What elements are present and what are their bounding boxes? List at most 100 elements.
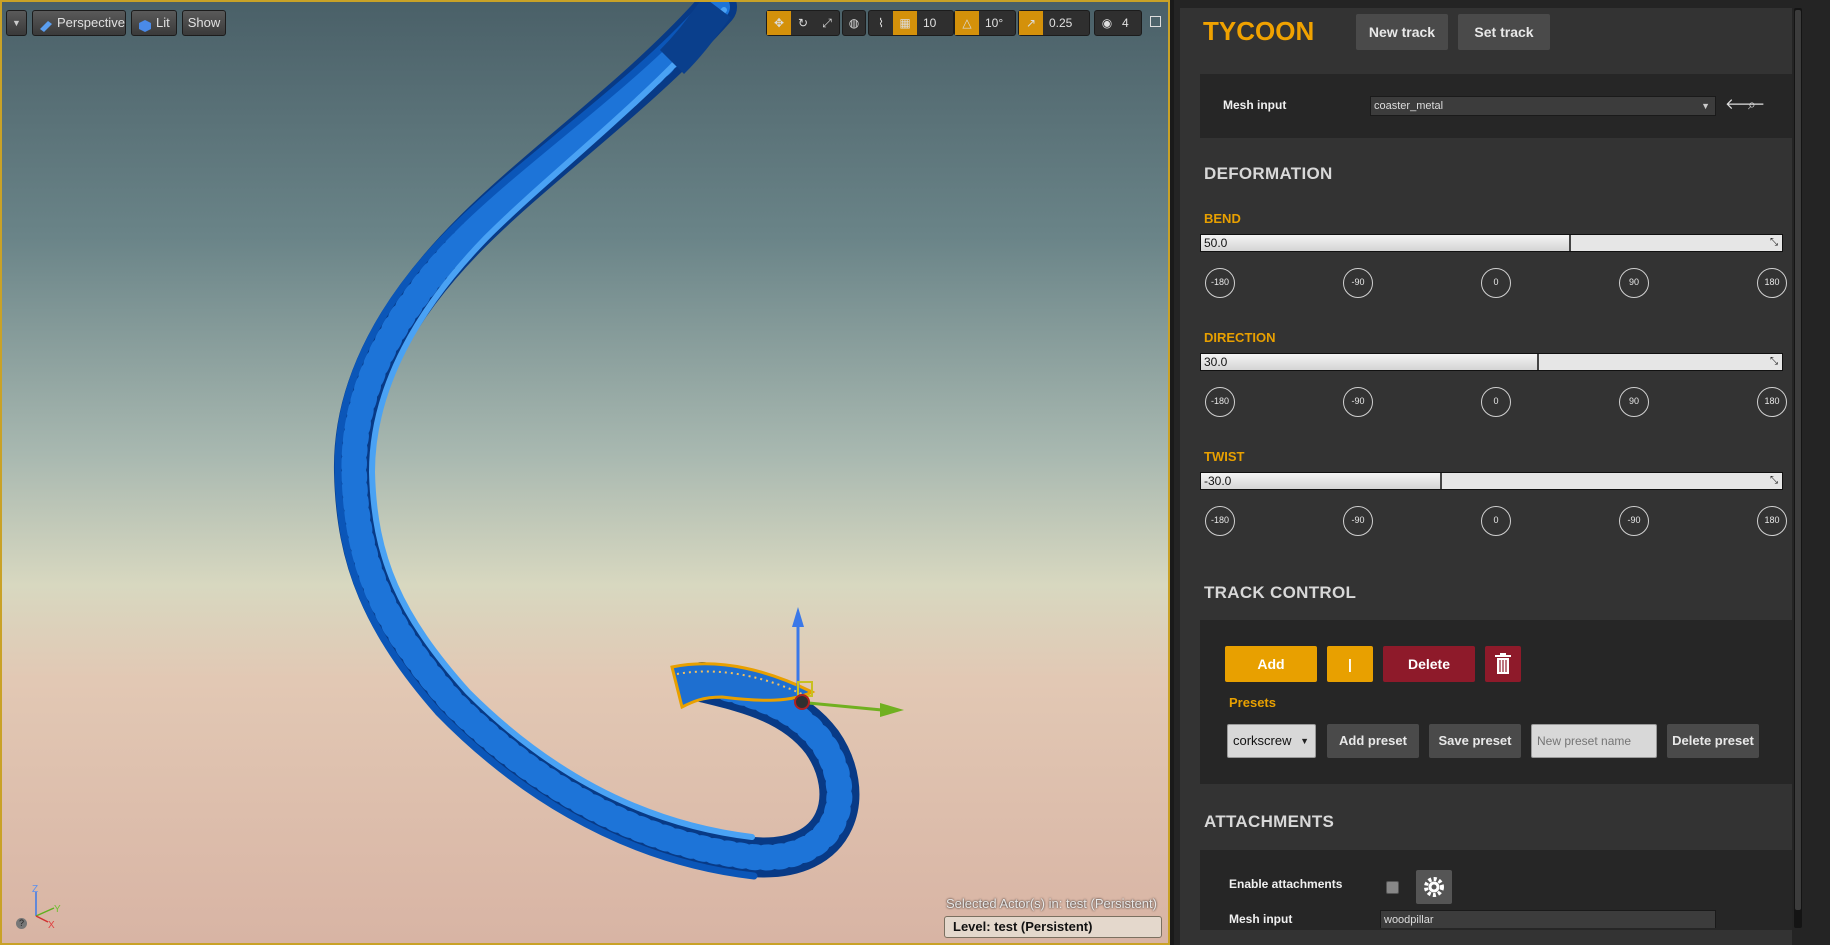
set-track-button[interactable]: Set track bbox=[1458, 14, 1550, 50]
lit-label: Lit bbox=[156, 15, 170, 30]
direction-preset-90[interactable]: 90 bbox=[1619, 387, 1649, 417]
axis-indicator: Z Y X bbox=[32, 884, 61, 928]
direction-preset-0[interactable]: 0 bbox=[1481, 387, 1511, 417]
delete-all-button[interactable] bbox=[1485, 646, 1521, 682]
bend-preset-0[interactable]: 0 bbox=[1481, 268, 1511, 298]
expand-icon: ⤡ bbox=[1770, 356, 1778, 367]
scale-mode-button[interactable]: ⤢ bbox=[815, 11, 839, 35]
delete-track-piece-button[interactable]: Delete bbox=[1383, 646, 1475, 682]
grid-snap-value[interactable]: 10 bbox=[917, 11, 942, 35]
bend-preset-90[interactable]: 90 bbox=[1619, 268, 1649, 298]
scale-snap-group: ↗ 0.25 bbox=[1018, 10, 1090, 36]
new-preset-name-input[interactable] bbox=[1531, 724, 1657, 758]
gizmo-z-arrow[interactable] bbox=[792, 607, 804, 627]
camera-speed-button[interactable]: ◉ bbox=[1095, 11, 1119, 35]
scale-arrow-icon: ↗ bbox=[1025, 16, 1037, 30]
enable-attachments-label: Enable attachments bbox=[1229, 877, 1343, 891]
chevron-down-icon: ▼ bbox=[1701, 101, 1710, 111]
bend-value: 50.0 bbox=[1204, 236, 1228, 250]
maximize-viewport-icon[interactable] bbox=[1150, 16, 1161, 27]
show-label: Show bbox=[187, 15, 221, 30]
grid-icon: ▦ bbox=[899, 16, 911, 30]
rotate-mode-button[interactable]: ↻ bbox=[791, 11, 815, 35]
scale-snap-text: 0.25 bbox=[1049, 16, 1073, 30]
direction-value: 30.0 bbox=[1204, 355, 1228, 369]
add-preset-button[interactable]: Add preset bbox=[1327, 724, 1419, 758]
camera-speed-group: ◉ 4 bbox=[1094, 10, 1142, 36]
twist-preset-minus-90-right[interactable]: -90 bbox=[1619, 506, 1649, 536]
rotation-snap-text: 10° bbox=[985, 16, 1004, 30]
move-icon: ✥ bbox=[773, 16, 785, 30]
direction-label: DIRECTION bbox=[1204, 330, 1276, 345]
viewport-options-button[interactable]: ▼ bbox=[6, 10, 27, 36]
browse-asset-search-icon[interactable]: ⌕ bbox=[1748, 95, 1756, 113]
roller-coaster-track-scene[interactable] bbox=[2, 2, 1170, 945]
lit-mode-icon bbox=[138, 16, 152, 32]
attachment-mesh-input-label: Mesh input bbox=[1229, 912, 1293, 926]
help-icon[interactable]: ? bbox=[16, 918, 27, 929]
twist-preset-0[interactable]: 0 bbox=[1481, 506, 1511, 536]
level-viewport[interactable]: ▼ Perspective Lit Show ✥ ↻ ⤢ ◍ ⌇ ▦ 10 △ … bbox=[0, 0, 1170, 945]
twist-preset-minus-180[interactable]: -180 bbox=[1205, 506, 1235, 536]
direction-slider-fill bbox=[1201, 354, 1540, 370]
gizmo-y-arrow[interactable] bbox=[880, 703, 904, 717]
camera-speed-text: 4 bbox=[1122, 16, 1129, 30]
twist-slider[interactable]: -30.0 ⤡ bbox=[1200, 472, 1783, 490]
track-rail-bottom bbox=[334, 3, 758, 880]
lit-button[interactable]: Lit bbox=[131, 10, 177, 36]
direction-preset-180[interactable]: 180 bbox=[1757, 387, 1787, 417]
axis-x-label: X bbox=[48, 920, 55, 928]
mesh-input-dropdown[interactable]: coaster_metal ▼ bbox=[1370, 96, 1716, 116]
rotation-snap-toggle[interactable]: △ bbox=[955, 11, 979, 35]
expand-icon: ⤡ bbox=[1770, 475, 1778, 486]
track-control-heading: TRACK CONTROL bbox=[1204, 583, 1357, 602]
grid-snap-toggle[interactable]: ▦ bbox=[893, 11, 917, 35]
current-level-status[interactable]: Level: test (Persistent) bbox=[944, 916, 1162, 938]
bend-slider[interactable]: 50.0 ⤡ bbox=[1200, 234, 1783, 252]
bend-preset-180[interactable]: 180 bbox=[1757, 268, 1787, 298]
axis-z-label: Z bbox=[32, 884, 38, 895]
world-space-button[interactable]: ◍ bbox=[843, 11, 865, 35]
panel-scroll-thumb[interactable] bbox=[1795, 10, 1801, 910]
attachment-settings-button[interactable] bbox=[1416, 870, 1452, 904]
twist-preset-minus-90[interactable]: -90 bbox=[1343, 506, 1373, 536]
camera-icon: ◉ bbox=[1101, 16, 1113, 30]
split-track-button[interactable]: | bbox=[1327, 646, 1373, 682]
use-selected-asset-icon[interactable]: 🡐 bbox=[1725, 96, 1765, 114]
translate-mode-button[interactable]: ✥ bbox=[767, 11, 791, 35]
attachment-mesh-row: Mesh input woodpillar bbox=[1200, 910, 1792, 928]
scale-snap-toggle[interactable]: ↗ bbox=[1019, 11, 1043, 35]
camera-speed-value[interactable]: 4 bbox=[1119, 11, 1132, 35]
delete-preset-button[interactable]: Delete preset bbox=[1667, 724, 1759, 758]
new-track-button[interactable]: New track bbox=[1356, 14, 1448, 50]
bend-preset-minus-180[interactable]: -180 bbox=[1205, 268, 1235, 298]
show-button[interactable]: Show bbox=[182, 10, 226, 36]
track-upper-section bbox=[659, 2, 731, 75]
gear-icon bbox=[1424, 877, 1444, 897]
add-track-piece-button[interactable]: Add bbox=[1225, 646, 1317, 682]
direction-preset-minus-180[interactable]: -180 bbox=[1205, 387, 1235, 417]
attachment-mesh-dropdown[interactable]: woodpillar bbox=[1380, 910, 1716, 928]
direction-slider[interactable]: 30.0 ⤡ bbox=[1200, 353, 1783, 371]
perspective-button[interactable]: Perspective bbox=[32, 10, 126, 36]
twist-label: TWIST bbox=[1204, 449, 1245, 464]
scale-snap-value[interactable]: 0.25 bbox=[1043, 11, 1078, 35]
bend-preset-minus-90[interactable]: -90 bbox=[1343, 268, 1373, 298]
save-preset-button[interactable]: Save preset bbox=[1429, 724, 1521, 758]
twist-preset-180[interactable]: 180 bbox=[1757, 506, 1787, 536]
angle-icon: △ bbox=[962, 16, 972, 30]
attachments-heading: ATTACHMENTS bbox=[1204, 812, 1335, 831]
rotation-snap-value[interactable]: 10° bbox=[979, 11, 1009, 35]
gizmo-pivot[interactable] bbox=[794, 694, 810, 710]
surface-snap-icon: ⌇ bbox=[878, 16, 884, 30]
chevron-down-icon: ▼ bbox=[12, 18, 21, 28]
direction-preset-minus-90[interactable]: -90 bbox=[1343, 387, 1373, 417]
grid-snap-text: 10 bbox=[923, 16, 937, 30]
mesh-input-value: coaster_metal bbox=[1374, 100, 1444, 112]
trash-icon bbox=[1495, 653, 1511, 674]
enable-attachments-checkbox[interactable] bbox=[1386, 881, 1399, 894]
surface-snap-button[interactable]: ⌇ bbox=[869, 11, 893, 35]
scale-icon: ⤢ bbox=[822, 15, 832, 30]
attachment-mesh-value: woodpillar bbox=[1384, 914, 1434, 926]
preset-dropdown[interactable]: corkscrew ▼ bbox=[1227, 724, 1316, 758]
